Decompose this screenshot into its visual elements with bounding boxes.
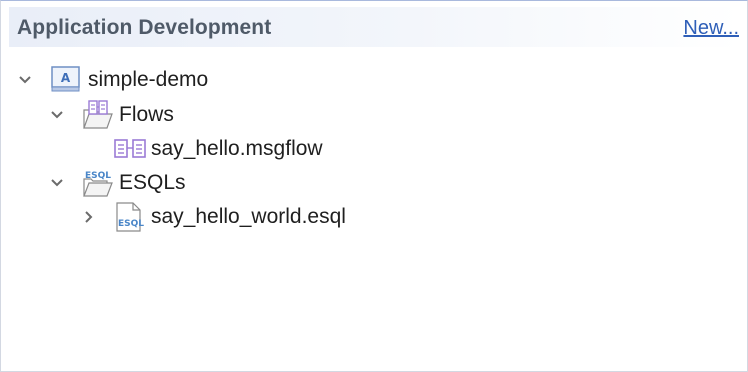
flows-folder-icon [81, 100, 115, 130]
esql-folder-icon: ESQL [81, 168, 115, 198]
chevron-down-icon[interactable] [49, 175, 65, 191]
svg-text:ESQL: ESQL [118, 219, 144, 229]
tree-item-say-hello-world-esql[interactable]: ESQL say_hello_world.esql [1, 202, 741, 232]
chevron-right-icon[interactable] [81, 209, 97, 225]
msgflow-icon [113, 134, 147, 164]
tree-item-say-hello-msgflow[interactable]: say_hello.msgflow [1, 134, 741, 164]
tree-item-esqls[interactable]: ESQL ESQLs [1, 168, 741, 198]
tree-item-label: say_hello.msgflow [151, 137, 323, 160]
application-icon: A [49, 65, 83, 95]
tree-item-label: simple-demo [88, 68, 209, 91]
chevron-down-icon[interactable] [17, 72, 33, 88]
tree-item-label: say_hello_world.esql [151, 205, 346, 228]
project-tree: A simple-demo Flows say_hello.msgflow ES… [1, 1, 747, 371]
application-development-panel: Application Development New... A simple-… [0, 0, 748, 372]
tree-item-simple-demo[interactable]: A simple-demo [1, 65, 741, 95]
tree-item-label: ESQLs [119, 171, 186, 194]
tree-item-flows[interactable]: Flows [1, 100, 741, 130]
chevron-down-icon[interactable] [49, 107, 65, 123]
esql-file-icon: ESQL [113, 202, 147, 232]
tree-item-label: Flows [119, 103, 174, 126]
svg-text:A: A [61, 71, 71, 85]
svg-text:ESQL: ESQL [85, 171, 111, 181]
